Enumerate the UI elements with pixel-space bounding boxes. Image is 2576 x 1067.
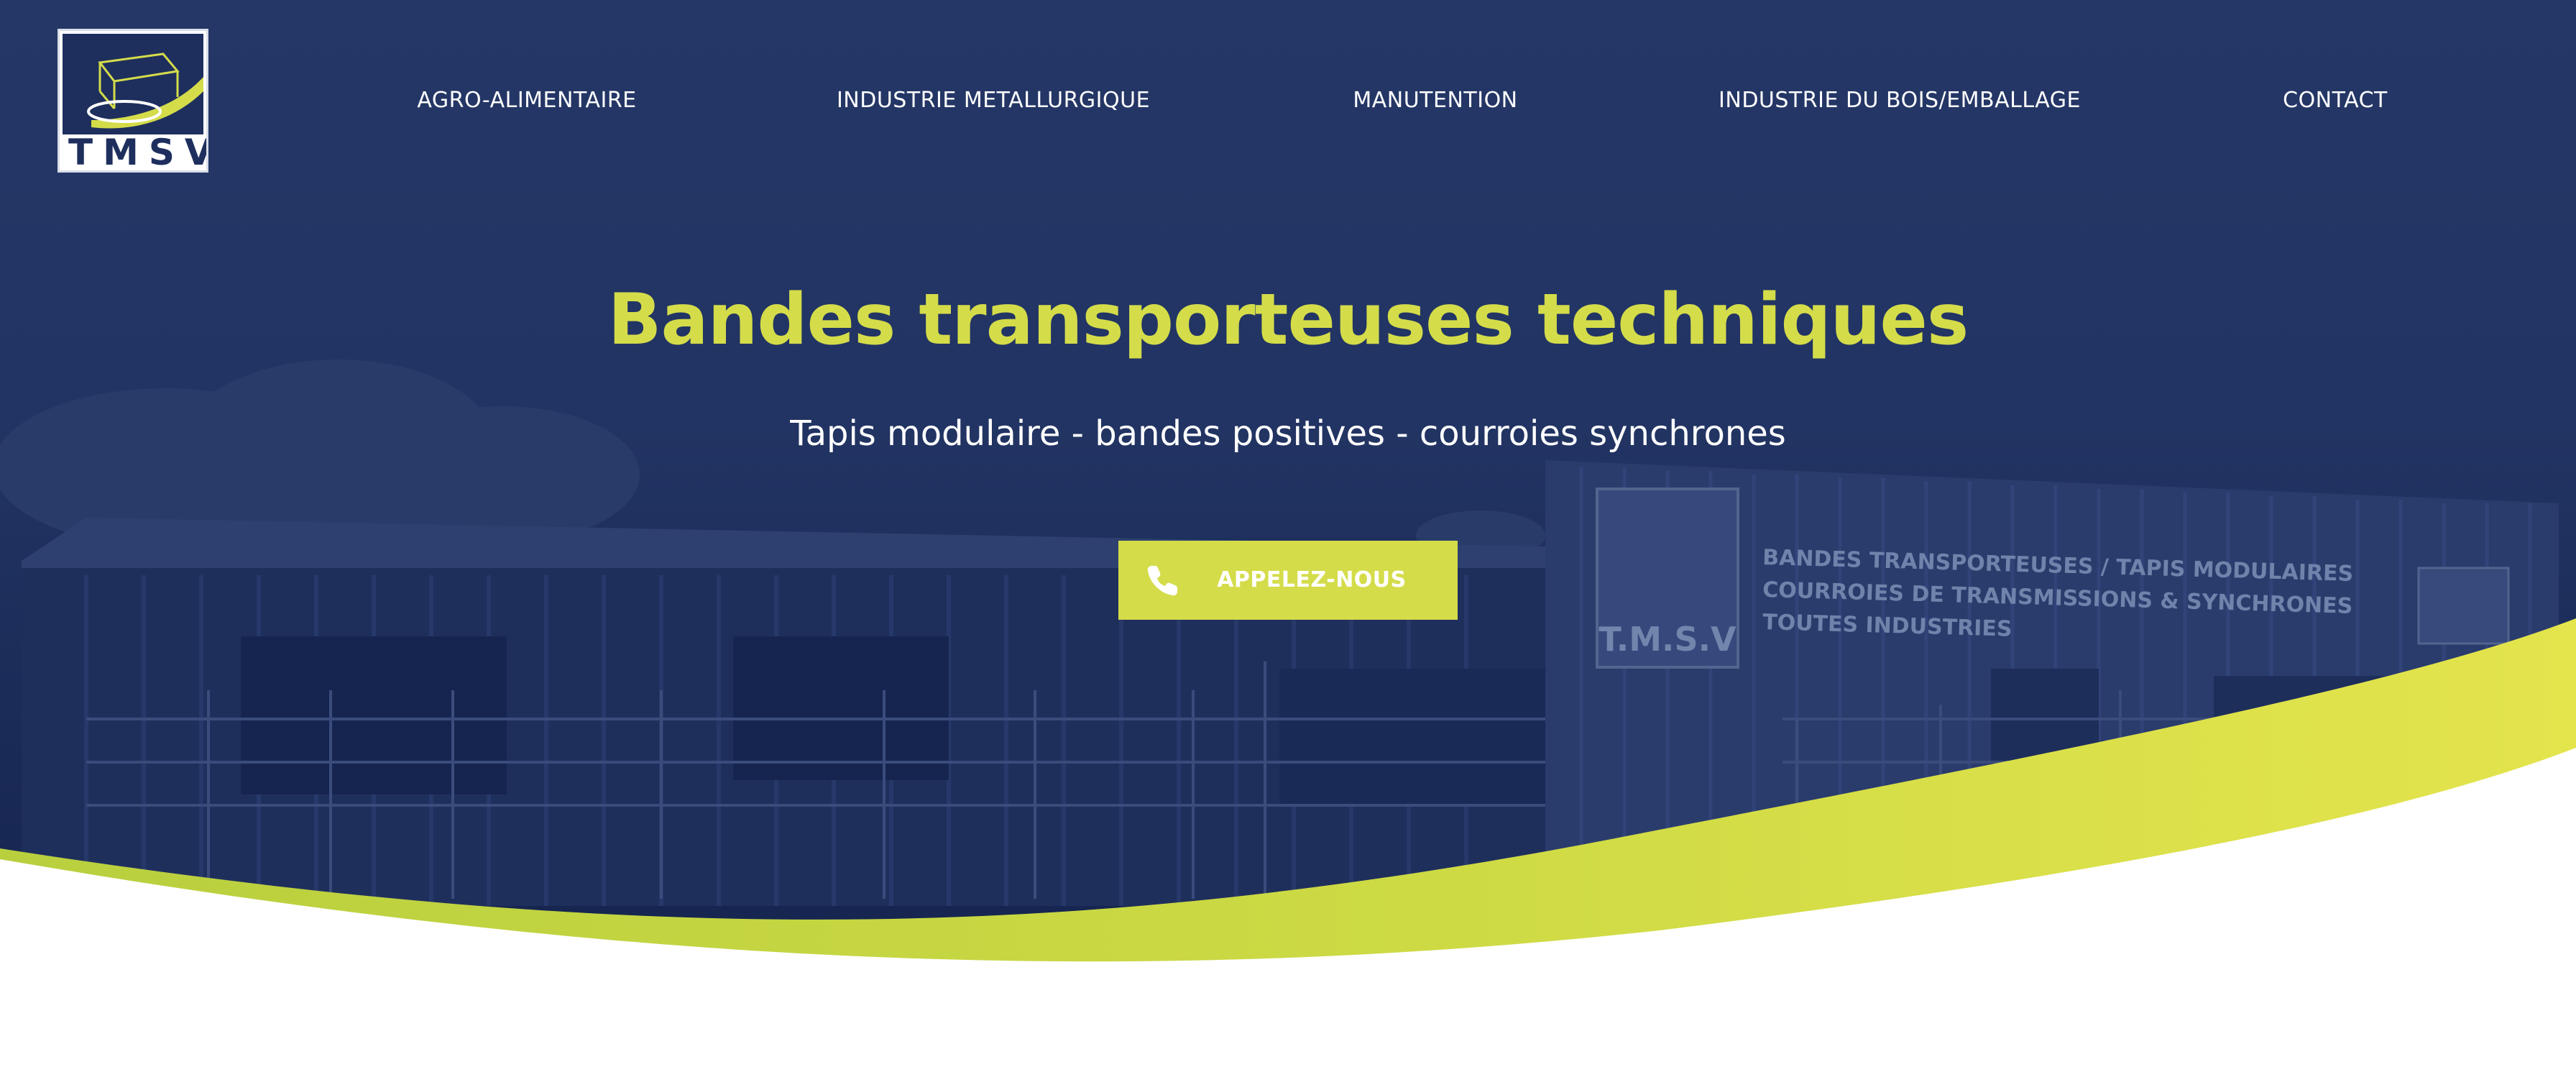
call-us-label: APPELEZ-NOUS [1217, 567, 1407, 592]
nav-item-agro-alimentaire[interactable]: AGRO-ALIMENTAIRE [417, 85, 636, 116]
nav-item-industrie-metallurgique[interactable]: INDUSTRIE METALLURGIQUE [837, 85, 1150, 116]
nav-item-manutention[interactable]: MANUTENTION [1353, 85, 1517, 116]
nav-item-contact[interactable]: CONTACT [2283, 85, 2388, 116]
nav-item-industrie-bois-emballage[interactable]: INDUSTRIE DU BOIS/EMBALLAGE [1719, 85, 2081, 116]
phone-icon [1146, 563, 1180, 597]
conveyor-truck-logo-icon [63, 34, 203, 134]
main-nav: AGRO-ALIMENTAIRE INDUSTRIE METALLURGIQUE… [0, 85, 2576, 116]
sign-line-3: TOUTES INDUSTRIES [1762, 610, 2012, 642]
logo-text: TMSV [68, 132, 208, 173]
hero-section: T.M.S.V BANDES TRANSPORTEUSES / TAPIS MO… [0, 0, 2576, 1067]
sign-logo-text: T.M.S.V [1598, 620, 1736, 659]
hero-title: Bandes transporteuses techniques [607, 279, 1969, 361]
hero-subtitle: Tapis modulaire - bandes positives - cou… [790, 413, 1786, 454]
call-us-button[interactable]: APPELEZ-NOUS [1118, 541, 1458, 620]
building-sign: T.M.S.V BANDES TRANSPORTEUSES / TAPIS MO… [1598, 545, 2353, 659]
